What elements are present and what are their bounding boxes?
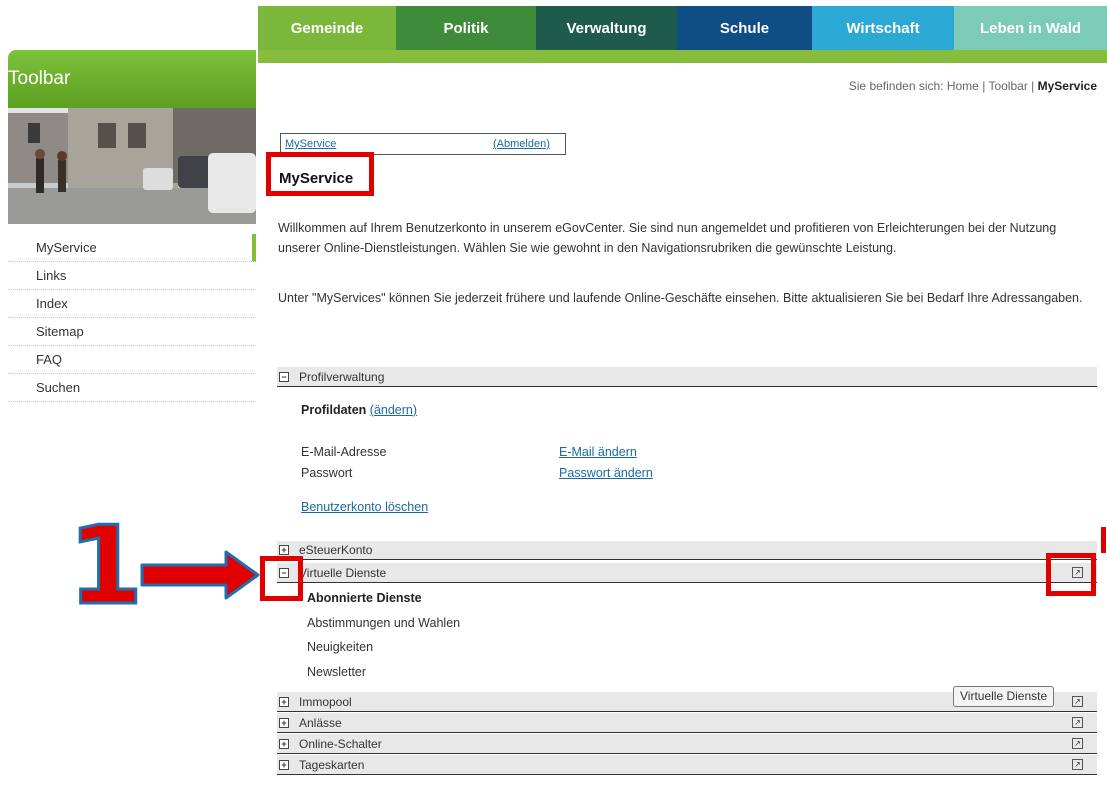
section-label: Tageskarten [299,757,365,772]
sidebar-item-myservice[interactable]: MyService [8,234,256,262]
profile-edit-text[interactable]: ändern [374,403,413,417]
delete-account-link[interactable]: Benutzerkonto löschen [301,500,428,514]
sidebar-photo [8,108,256,224]
top-navigation: Gemeinde Politik Verwaltung Schule Wirts… [258,6,1107,50]
red-arrow-icon [140,550,260,600]
logout-link[interactable]: (Abmelden) [493,138,550,150]
annotation-mark [1101,527,1106,553]
sidebar-nav: MyService Links Index Sitemap FAQ Suchen [8,234,256,402]
myservice-link[interactable]: MyService [285,138,336,150]
sidebar-item-sitemap[interactable]: Sitemap [8,318,256,346]
breadcrumb-toolbar[interactable]: Toolbar [988,79,1027,93]
subscribed-services-heading: Abonnierte Dienste [307,591,422,605]
tooltip: Virtuelle Dienste [953,686,1055,707]
section-label: Online-Schalter [299,736,382,751]
annotation-toggle-box [260,556,303,601]
street-photo-image [8,108,256,224]
section-tageskarten[interactable]: + Tageskarten ↗ [277,755,1097,775]
section-label: Anlässe [299,715,342,730]
section-online-schalter[interactable]: + Online-Schalter ↗ [277,734,1097,754]
external-link-icon[interactable]: ↗ [1072,717,1083,728]
email-label: E-Mail-Adresse [301,445,387,459]
external-link-icon[interactable]: ↗ [1072,738,1083,749]
tab-schule[interactable]: Schule [677,6,812,50]
sidebar-item-faq[interactable]: FAQ [8,346,256,374]
section-anlaesse[interactable]: + Anlässe ↗ [277,713,1097,733]
breadcrumb-separator: | [1031,79,1035,93]
section-label: Virtuelle Dienste [299,565,387,580]
password-label: Passwort [301,466,353,480]
service-item[interactable]: Newsletter [307,665,366,679]
tab-verwaltung[interactable]: Verwaltung [536,6,677,50]
section-virtuelle-dienste[interactable]: − Virtuelle Dienste ↗ [277,563,1097,583]
section-label: Immopool [299,694,352,709]
breadcrumb-current: MyService [1037,79,1097,93]
plus-box-icon[interactable]: + [279,545,289,555]
section-profilverwaltung[interactable]: − Profilverwaltung [277,367,1097,387]
tab-leben-in-wald[interactable]: Leben in Wald [954,6,1107,50]
breadcrumb-prefix: Sie befinden sich: [848,79,944,93]
tab-politik[interactable]: Politik [396,6,536,50]
breadcrumb-home[interactable]: Home [947,79,979,93]
sidebar-item-links[interactable]: Links [8,262,256,290]
change-password-link[interactable]: Passwort ändern [559,466,653,480]
service-item[interactable]: Neuigkeiten [307,640,373,654]
info-text: Unter "MyServices" können Sie jederzeit … [278,291,1083,305]
plus-box-icon[interactable]: + [279,759,289,770]
profile-heading-text: Profildaten [301,403,367,417]
tab-wirtschaft[interactable]: Wirtschaft [812,6,954,50]
plus-box-icon[interactable]: + [279,717,289,728]
breadcrumb-separator: | [982,79,986,93]
page-title: MyService [279,170,354,187]
service-item[interactable]: Abstimmungen und Wahlen [307,616,460,630]
plus-box-icon[interactable]: + [279,738,289,749]
section-label: eSteuerKonto [299,543,373,557]
sidebar-item-index[interactable]: Index [8,290,256,318]
header-bar [258,50,1107,63]
breadcrumb: Sie befinden sich: Home | Toolbar | MySe… [849,79,1097,93]
section-esteuerkonto[interactable]: + eSteuerKonto [277,541,1097,560]
annotation-step-number: 1 [66,504,144,629]
external-link-icon[interactable]: ↗ [1072,696,1083,707]
annotation-external-box [1046,553,1096,596]
minus-box-icon[interactable]: − [279,371,289,382]
plus-box-icon[interactable]: + [279,696,289,707]
sidebar-title: Toolbar [8,68,71,89]
intro-text: Willkommen auf Ihrem Benutzerkonto in un… [278,221,1057,255]
sidebar-item-suchen[interactable]: Suchen [8,374,256,402]
change-email-link[interactable]: E-Mail ändern [559,445,637,459]
sidebar-header: Toolbar [8,50,256,108]
tab-gemeinde[interactable]: Gemeinde [258,6,396,50]
section-label: Profilverwaltung [299,369,385,384]
profile-heading: Profildaten (ändern) [301,403,417,417]
profile-edit-link[interactable]: (ändern) [370,403,417,417]
external-link-icon[interactable]: ↗ [1072,759,1083,770]
